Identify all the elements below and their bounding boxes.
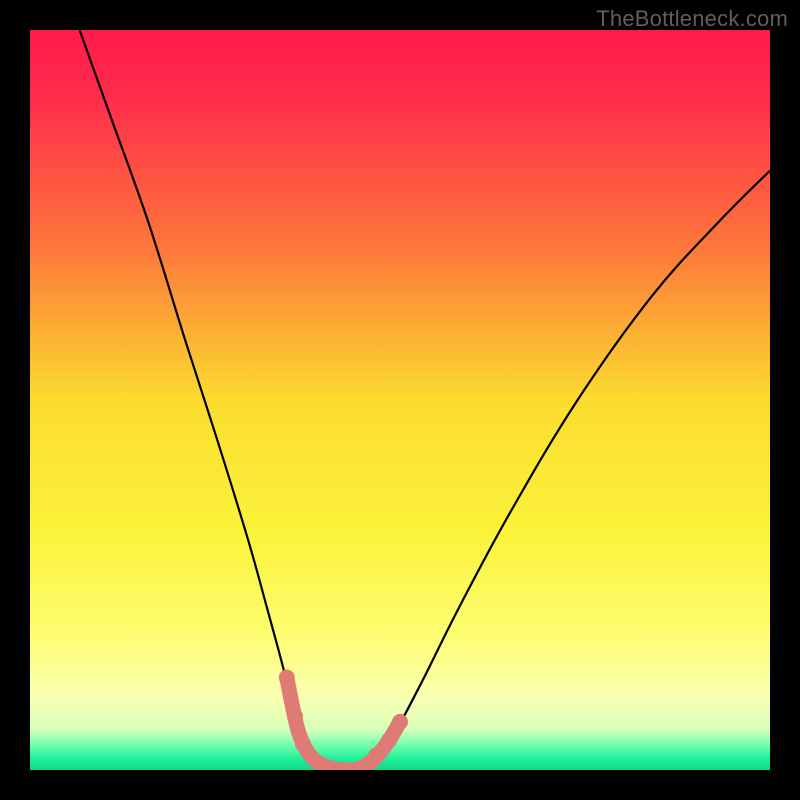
valley-marker — [279, 670, 295, 686]
outer-frame: TheBottleneck.com — [0, 0, 800, 800]
curve-layer — [30, 30, 770, 770]
valley-marker — [368, 747, 384, 763]
plot-area — [30, 30, 770, 770]
bottleneck-curve — [80, 30, 770, 770]
valley-marker — [287, 708, 303, 724]
valley-marker — [381, 732, 397, 748]
watermark-text: TheBottleneck.com — [596, 6, 788, 32]
valley-marker — [392, 714, 408, 730]
valley-marker — [295, 736, 311, 752]
